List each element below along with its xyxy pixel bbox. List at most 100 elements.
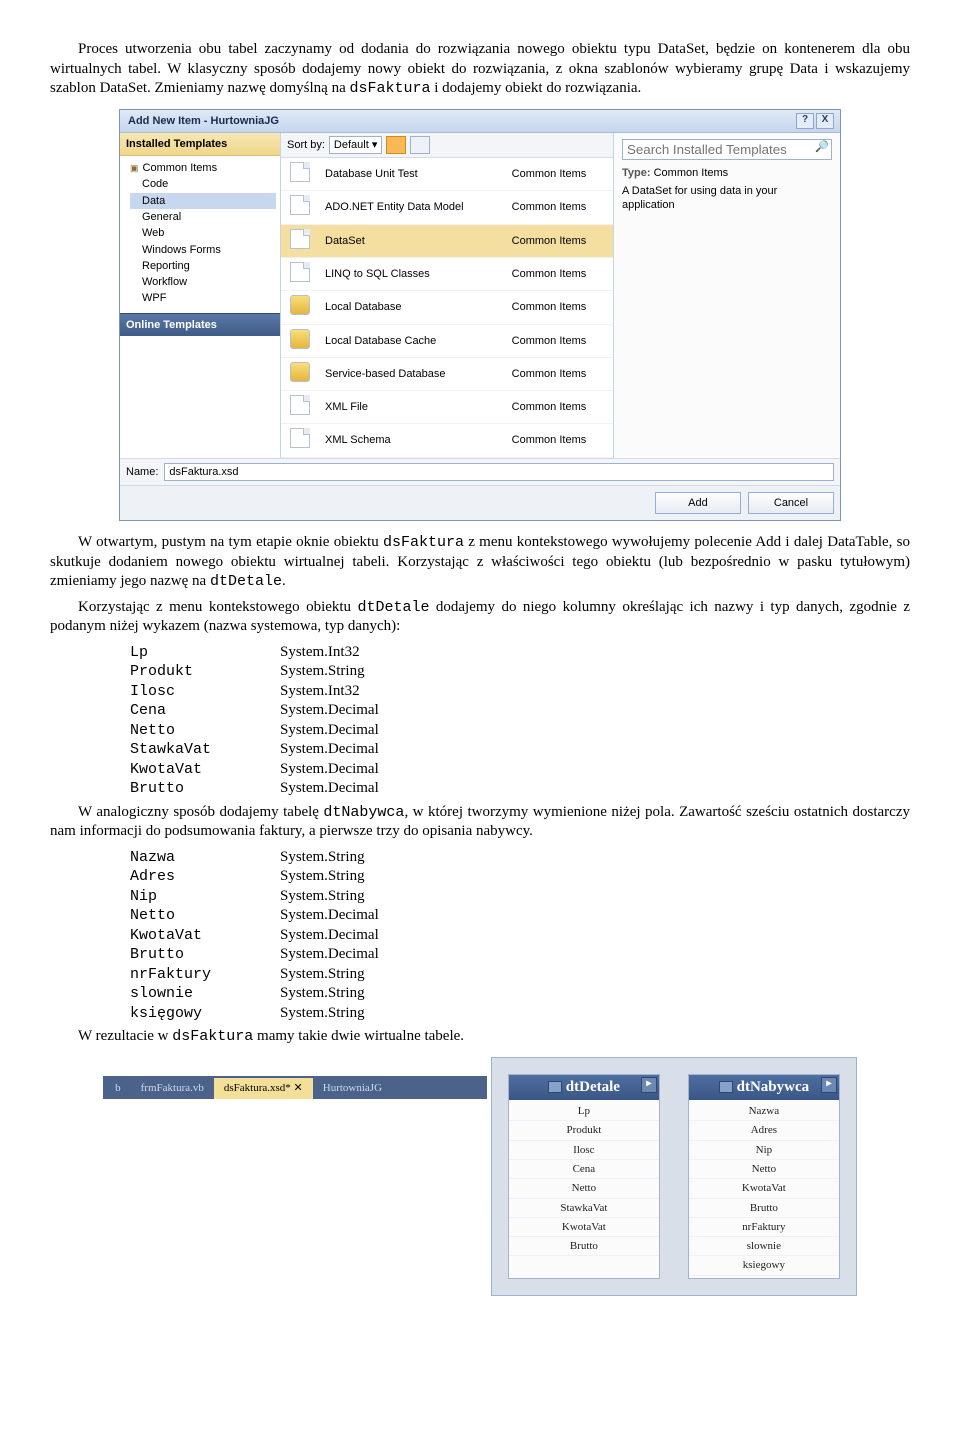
template-item[interactable]: Service-based DatabaseCommon Items [281,358,613,391]
column-cell[interactable]: Netto [509,1179,659,1198]
column-cell[interactable]: ksiegowy [689,1256,839,1275]
file-icon [290,162,310,182]
column-cell[interactable]: Cena [509,1160,659,1179]
column-type: System.String [280,965,365,985]
column-name: księgowy [130,1004,280,1024]
template-type: Common Items [506,325,613,358]
column-name: KwotaVat [130,926,280,946]
file-icon [290,195,310,215]
tree-node[interactable]: Data [130,193,276,209]
template-item[interactable]: XML SchemaCommon Items [281,424,613,457]
column-cell[interactable]: Nazwa [689,1102,839,1121]
tree-node[interactable]: Reporting [130,258,276,274]
column-type: System.Decimal [280,721,379,741]
button-bar: Add Cancel [120,485,840,520]
column-type: System.String [280,887,365,907]
column-cell[interactable]: KwotaVat [509,1218,659,1237]
table-expand-icon[interactable]: ▸ [821,1077,837,1093]
column-type: System.String [280,662,365,682]
column-cell[interactable]: Nip [689,1141,839,1160]
tree-node[interactable]: Workflow [130,274,276,290]
column-cell[interactable]: nrFaktury [689,1218,839,1237]
database-icon [290,329,310,349]
figure-add-new-item: Add New Item - HurtowniaJG ? X Installed… [50,109,910,522]
template-name: XML Schema [319,424,506,457]
column-row: StawkaVatSystem.Decimal [130,740,910,760]
tree-node[interactable]: WPF [130,290,276,306]
template-item[interactable]: DataSetCommon Items [281,225,613,258]
datatable-dtdetale[interactable]: dtDetale ▸ LpProduktIloscCenaNettoStawkaV… [508,1074,660,1279]
add-button[interactable]: Add [655,492,741,514]
column-row: CenaSystem.Decimal [130,701,910,721]
installed-templates-header[interactable]: Installed Templates [120,133,280,156]
column-cell[interactable]: Brutto [689,1199,839,1218]
tree-node[interactable]: Code [130,176,276,192]
column-cell[interactable]: Adres [689,1121,839,1140]
template-type: Common Items [506,358,613,391]
column-cell[interactable]: Netto [689,1160,839,1179]
file-icon [290,229,310,249]
column-cell[interactable]: KwotaVat [689,1179,839,1198]
tree-node[interactable]: Web [130,225,276,241]
database-icon [290,295,310,315]
columns-table-nabywca: NazwaSystem.StringAdresSystem.StringNipS… [130,848,910,1024]
document-tab[interactable]: dsFaktura.xsd* ✕ [214,1078,313,1099]
column-row: NettoSystem.Decimal [130,906,910,926]
type-value: Common Items [654,167,729,179]
column-cell[interactable]: Lp [509,1102,659,1121]
column-row: KwotaVatSystem.Decimal [130,760,910,780]
column-name: Ilosc [130,682,280,702]
sortby-label: Sort by: [287,138,325,152]
template-name: Local Database [319,291,506,324]
template-name: DataSet [319,225,506,258]
sort-row: Sort by: Default ▾ [281,133,613,158]
view-large-icons-button[interactable] [386,136,406,154]
search-input[interactable] [622,139,832,160]
template-item[interactable]: ADO.NET Entity Data ModelCommon Items [281,191,613,224]
column-cell[interactable]: slownie [689,1237,839,1256]
document-tab[interactable]: frmFaktura.vb [131,1078,214,1099]
column-row: BruttoSystem.Decimal [130,779,910,799]
template-name: ADO.NET Entity Data Model [319,191,506,224]
tree-root[interactable]: Common Items [130,160,276,176]
table-expand-icon[interactable]: ▸ [641,1077,657,1093]
template-item[interactable]: LINQ to SQL ClassesCommon Items [281,258,613,291]
name-label: Name: [126,465,158,479]
column-cell[interactable]: Produkt [509,1121,659,1140]
column-type: System.Decimal [280,906,379,926]
close-button[interactable]: X [816,113,834,129]
column-name: Adres [130,867,280,887]
sortby-dropdown[interactable]: Default ▾ [329,136,382,154]
column-cell[interactable]: Brutto [509,1237,659,1256]
file-icon [290,262,310,282]
template-item[interactable]: Database Unit TestCommon Items [281,158,613,191]
column-name: KwotaVat [130,760,280,780]
template-item[interactable]: Local Database CacheCommon Items [281,325,613,358]
tree-node[interactable]: Windows Forms [130,242,276,258]
column-name: StawkaVat [130,740,280,760]
document-tab[interactable]: HurtowniaJG [313,1078,392,1099]
cancel-button[interactable]: Cancel [748,492,834,514]
template-type: Common Items [506,291,613,324]
template-type: Common Items [506,158,613,191]
type-label: Type: [622,167,651,179]
name-input[interactable] [164,463,834,481]
view-small-icons-button[interactable] [410,136,430,154]
column-type: System.String [280,984,365,1004]
online-templates-header[interactable]: Online Templates [120,313,280,336]
para1-tail: i dodajemy obiekt do rozwiązania. [431,80,642,96]
column-row: księgowySystem.String [130,1004,910,1024]
datatable-dtnabywca[interactable]: dtNabywca▸ NazwaAdresNipNettoKwotaVatBru… [688,1074,840,1279]
dialog-title: Add New Item - HurtowniaJG [128,115,279,127]
template-name: Service-based Database [319,358,506,391]
document-tab[interactable]: b [105,1078,131,1099]
file-icon [290,428,310,448]
table-title: dtDetale [566,1079,620,1095]
column-cell[interactable]: StawkaVat [509,1199,659,1218]
help-button[interactable]: ? [796,113,814,129]
template-item[interactable]: XML FileCommon Items [281,391,613,424]
column-cell[interactable]: Ilosc [509,1141,659,1160]
column-type: System.Int32 [280,643,360,663]
tree-node[interactable]: General [130,209,276,225]
template-item[interactable]: Local DatabaseCommon Items [281,291,613,324]
